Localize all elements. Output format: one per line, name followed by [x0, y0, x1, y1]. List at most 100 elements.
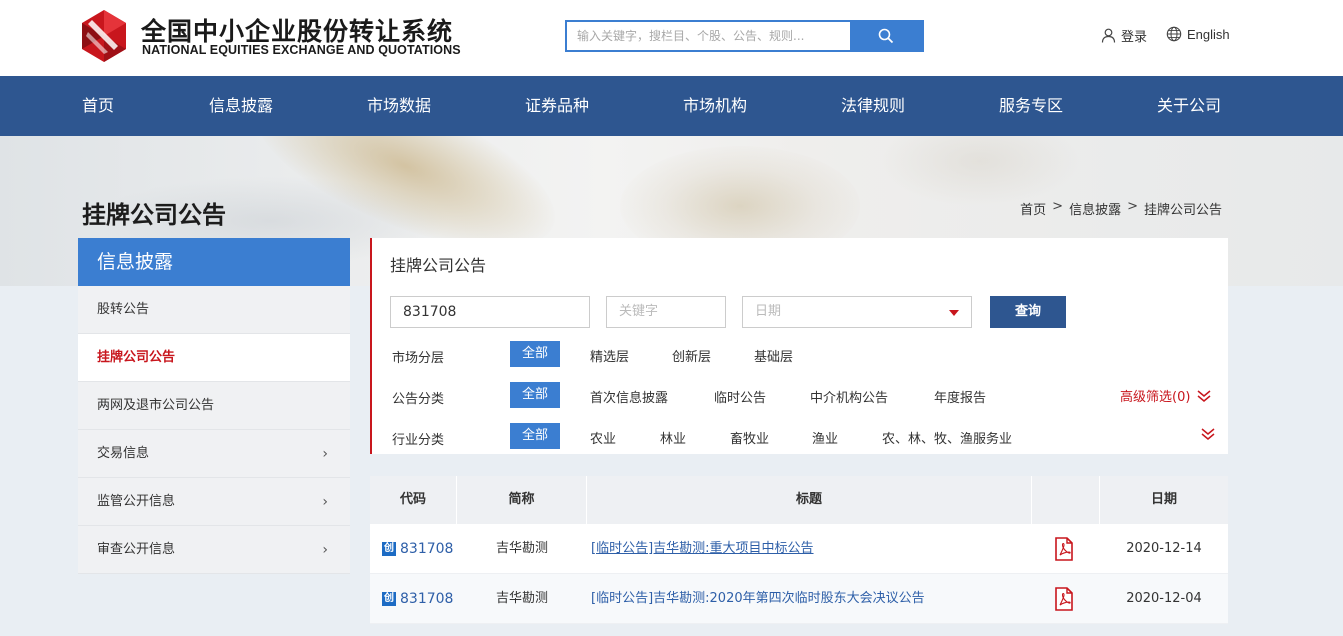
industry-option-livestock[interactable]: 畜牧业	[730, 428, 769, 447]
nav-item-institutions[interactable]: 市场机构	[683, 76, 747, 136]
notice-option-annual[interactable]: 年度报告	[934, 387, 986, 406]
industry-option-services[interactable]: 农、林、牧、渔服务业	[882, 428, 1012, 447]
industry-option-fishery[interactable]: 渔业	[812, 428, 838, 447]
industry-option-forestry[interactable]: 林业	[660, 428, 686, 447]
notice-option-temporary[interactable]: 临时公告	[714, 387, 766, 406]
column-header-date: 日期	[1150, 492, 1177, 507]
sidebar-item-neeq-notices[interactable]: 股转公告	[78, 286, 350, 334]
notice-category-label: 公告分类	[392, 392, 445, 407]
sidebar-item-regulatory-info[interactable]: 监管公开信息 ›	[78, 478, 350, 526]
chevron-right-icon: ›	[322, 446, 328, 462]
sidebar-title: 信息披露	[78, 238, 350, 286]
page-title: 挂牌公司公告	[82, 201, 226, 229]
stock-code-link[interactable]: 创 831708	[382, 574, 453, 624]
table-row: 创 831708 吉华勘测 [临时公告]吉华勘测:2020年第四次临时股东大会决…	[370, 574, 1228, 624]
nav-item-rules[interactable]: 法律规则	[841, 76, 905, 136]
sidebar-item-review-info[interactable]: 审查公开信息 ›	[78, 526, 350, 574]
notice-option-intermediary[interactable]: 中介机构公告	[810, 387, 888, 406]
date-placeholder: 日期	[755, 304, 782, 319]
sidebar-item-label: 审查公开信息	[97, 542, 176, 557]
notice-date: 2020-12-04	[1126, 591, 1202, 606]
pdf-file-icon	[1055, 537, 1073, 561]
search-button[interactable]	[850, 22, 922, 50]
sidebar-item-label: 监管公开信息	[97, 494, 176, 509]
nav-item-services[interactable]: 服务专区	[999, 76, 1063, 136]
pdf-file-icon	[1055, 587, 1073, 611]
breadcrumb-home[interactable]: 首页	[1020, 199, 1046, 218]
stock-code: 831708	[400, 541, 454, 557]
breadcrumb-disclosure[interactable]: 信息披露	[1069, 199, 1121, 218]
login-link[interactable]: 登录	[1101, 26, 1147, 45]
language-switch[interactable]: English	[1166, 26, 1230, 42]
language-label: English	[1187, 26, 1230, 42]
nav-item-disclosure[interactable]: 信息披露	[209, 76, 273, 136]
code-input[interactable]: 831708	[390, 296, 590, 328]
market-option-innovation[interactable]: 创新层	[672, 346, 711, 365]
panel-title: 挂牌公司公告	[390, 256, 487, 275]
sidebar-item-listed-company-notices[interactable]: 挂牌公司公告	[78, 334, 350, 382]
industry-category-label: 行业分类	[392, 433, 445, 448]
main-nav: 首页 信息披露 市场数据 证券品种 市场机构 法律规则 服务专区 关于公司	[0, 76, 1343, 136]
login-label: 登录	[1121, 30, 1148, 45]
notice-date: 2020-12-14	[1126, 541, 1202, 556]
breadcrumb-current: 挂牌公司公告	[1143, 203, 1222, 218]
sidebar-item-delisted-company-notices[interactable]: 两网及退市公司公告	[78, 382, 350, 430]
double-chevron-down-icon[interactable]	[1200, 427, 1216, 441]
breadcrumb: 首页 > 信息披露 > 挂牌公司公告	[1020, 199, 1222, 218]
column-header-name: 简称	[457, 476, 587, 524]
chevron-right-icon: ›	[322, 494, 328, 510]
notice-title-link[interactable]: [临时公告]吉华勘测:2020年第四次临时股东大会决议公告	[591, 574, 925, 624]
sidebar-item-label: 股转公告	[97, 302, 150, 317]
advanced-filter-label: 高级筛选(0)	[1120, 390, 1191, 405]
company-name: 吉华勘测	[495, 591, 548, 606]
search-input[interactable]	[567, 22, 851, 50]
chevron-right-icon: ›	[322, 542, 328, 558]
table-row: 创 831708 吉华勘测 [临时公告]吉华勘测:重大项目中标公告 2020-1…	[370, 524, 1228, 574]
industry-option-all[interactable]: 全部	[510, 423, 560, 449]
innovation-tier-badge: 创	[382, 592, 396, 606]
industry-option-agriculture[interactable]: 农业	[590, 428, 616, 447]
market-option-select[interactable]: 精选层	[590, 346, 629, 365]
date-select[interactable]: 日期	[742, 296, 972, 328]
filter-panel: 挂牌公司公告 831708 关键字 日期 查询 市场分层 全部 精选层 创新层 …	[370, 238, 1228, 454]
nav-item-market-data[interactable]: 市场数据	[367, 76, 431, 136]
stock-code-link[interactable]: 创 831708	[382, 524, 453, 574]
market-option-base[interactable]: 基础层	[754, 346, 793, 365]
breadcrumb-separator: >	[1052, 199, 1064, 214]
table-header: 代码 简称 标题 日期	[370, 476, 1228, 524]
stock-code: 831708	[400, 591, 454, 607]
globe-icon	[1166, 26, 1182, 42]
breadcrumb-separator: >	[1127, 199, 1138, 214]
top-header: 全国中小企业股份转让系统 NATIONAL EQUITIES EXCHANGE …	[0, 0, 1343, 76]
user-icon	[1101, 28, 1116, 43]
company-name: 吉华勘测	[495, 541, 548, 556]
sidebar-menu: 股转公告 挂牌公司公告 两网及退市公司公告 交易信息 › 监管公开信息 › 审查公开…	[78, 286, 350, 574]
pdf-download-button[interactable]	[1054, 587, 1074, 611]
brand-name-en: NATIONAL EQUITIES EXCHANGE AND QUOTATION…	[142, 43, 461, 57]
notice-option-all[interactable]: 全部	[510, 382, 560, 408]
nav-item-about[interactable]: 关于公司	[1157, 76, 1221, 136]
innovation-tier-badge: 创	[382, 542, 396, 556]
neeq-logo-icon[interactable]	[78, 10, 130, 62]
sidebar-item-trading-info[interactable]: 交易信息 ›	[78, 430, 350, 478]
results-table: 代码 简称 标题 日期 创 831708 吉华勘测 [临时公告]吉华勘测:重大项…	[370, 476, 1228, 624]
market-tier-label: 市场分层	[392, 351, 445, 366]
sidebar-item-label: 交易信息	[97, 446, 150, 461]
notice-title-link[interactable]: [临时公告]吉华勘测:重大项目中标公告	[591, 524, 814, 574]
nav-item-securities[interactable]: 证券品种	[525, 76, 589, 136]
sidebar-item-label: 两网及退市公司公告	[97, 398, 215, 413]
search-icon	[878, 28, 894, 44]
column-header-title: 标题	[587, 476, 1032, 524]
nav-item-home[interactable]: 首页	[82, 76, 114, 136]
sidebar-item-label: 挂牌公司公告	[97, 350, 176, 365]
market-option-all[interactable]: 全部	[510, 341, 560, 367]
column-header-code: 代码	[370, 476, 457, 524]
advanced-filter-toggle[interactable]: 高级筛选(0)	[1120, 386, 1212, 405]
query-button[interactable]: 查询	[990, 296, 1066, 328]
keyword-input[interactable]: 关键字	[606, 296, 726, 328]
column-header-file	[1032, 476, 1100, 524]
notice-option-initial[interactable]: 首次信息披露	[590, 387, 668, 406]
dropdown-arrow-icon	[949, 310, 959, 316]
site-search	[565, 20, 924, 52]
pdf-download-button[interactable]	[1054, 537, 1074, 561]
